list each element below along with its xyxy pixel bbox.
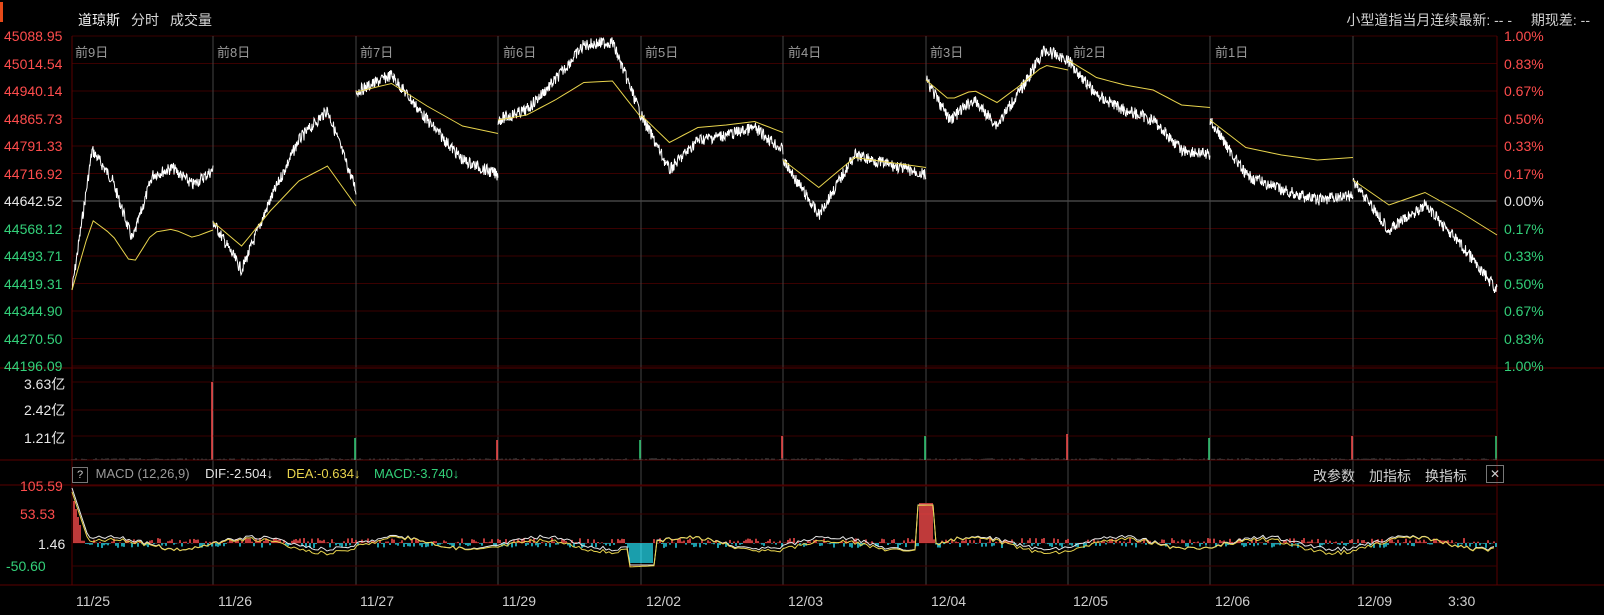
time-axis-label: 11/25 <box>76 593 110 609</box>
time-axis-label: 12/04 <box>931 593 967 609</box>
average-line <box>212 165 357 247</box>
day-label: 前3日 <box>930 45 964 60</box>
price-axis-label: 44344.90 <box>4 303 63 319</box>
time-axis-label: 12/06 <box>1215 593 1251 609</box>
day-label: 前8日 <box>217 45 251 60</box>
percent-axis-label: 0.33% <box>1504 138 1544 154</box>
macd-axis-label: -50.60 <box>6 558 46 574</box>
percent-axis-label: 1.00% <box>1504 28 1544 44</box>
price-line <box>640 111 784 175</box>
price-axis-label: 44493.71 <box>4 248 63 264</box>
percent-axis-label: 0.50% <box>1504 275 1544 292</box>
price-axis-label: 44791.33 <box>4 138 63 154</box>
time-axis-label: 11/26 <box>218 593 252 609</box>
macd-axis-label: 1.46 <box>38 536 66 552</box>
price-axis-label: 44716.92 <box>4 165 63 182</box>
close-icon[interactable]: ✕ <box>1486 465 1504 483</box>
time-axis-label: 3:30 <box>1448 593 1476 609</box>
percent-axis-label: 0.00% <box>1504 193 1544 209</box>
volume-axis-label: 3.63亿 <box>24 376 66 392</box>
macd-header: ? MACD (12,26,9) DIF:-2.504↓ DEA:-0.634↓… <box>72 466 1504 486</box>
edit-params-button[interactable]: 改参数 <box>1313 466 1355 486</box>
time-axis-label: 12/05 <box>1073 593 1109 609</box>
percent-axis-label: 0.17% <box>1504 165 1544 182</box>
day-label: 前5日 <box>645 45 679 60</box>
price-line <box>1209 117 1354 206</box>
time-axis-label: 12/03 <box>788 593 824 609</box>
price-axis-label: 44419.31 <box>4 275 63 292</box>
percent-axis-label: 0.83% <box>1504 330 1544 347</box>
swap-indicator-button[interactable]: 换指标 <box>1425 466 1467 486</box>
price-line <box>212 106 357 277</box>
add-indicator-button[interactable]: 加指标 <box>1369 466 1411 486</box>
percent-axis-label: 0.50% <box>1504 110 1544 127</box>
price-axis-label: 44270.50 <box>4 330 63 347</box>
price-axis-label: 44642.52 <box>4 193 63 209</box>
percent-axis-label: 0.17% <box>1504 220 1544 237</box>
macd-axis-label: 105.59 <box>20 478 63 494</box>
price-axis-label: 44196.09 <box>4 358 63 374</box>
percent-axis-label: 0.67% <box>1504 303 1544 319</box>
day-label: 前1日 <box>1215 45 1249 60</box>
average-line <box>925 64 1069 104</box>
average-line <box>71 219 214 291</box>
help-button[interactable]: ? <box>72 467 88 483</box>
intraday-chart[interactable] <box>0 0 1604 615</box>
average-line <box>1209 119 1354 161</box>
price-axis-label: 44865.73 <box>4 110 63 127</box>
volume-axis-label: 2.42亿 <box>24 402 66 418</box>
price-line <box>1067 55 1211 160</box>
volume-axis-label: 1.21亿 <box>24 430 66 446</box>
average-line <box>1067 59 1211 108</box>
percent-axis-label: 0.83% <box>1504 55 1544 72</box>
percent-axis-label: 1.00% <box>1504 358 1544 374</box>
macd-title: MACD (12,26,9) <box>95 466 190 481</box>
percent-axis-label: 0.33% <box>1504 248 1544 264</box>
time-axis-label: 12/09 <box>1357 593 1393 609</box>
price-line <box>782 147 927 220</box>
percent-axis-label: 0.67% <box>1504 83 1544 99</box>
price-axis-label: 45014.54 <box>4 55 63 72</box>
time-axis-label: 11/29 <box>502 593 536 609</box>
day-label: 前6日 <box>503 45 537 60</box>
average-line <box>782 156 927 189</box>
macd-axis-label: 53.53 <box>20 506 56 522</box>
time-axis-label: 12/02 <box>646 593 682 609</box>
price-axis-label: 44940.14 <box>4 83 63 99</box>
macd-value: MACD:-3.740↓ <box>374 466 460 481</box>
day-label: 前2日 <box>1073 45 1107 60</box>
day-label: 前9日 <box>75 45 109 60</box>
dif-value: DIF:-2.504↓ <box>205 466 274 481</box>
price-line <box>71 146 214 290</box>
time-axis-label: 11/27 <box>360 593 394 609</box>
day-label: 前7日 <box>360 45 394 60</box>
dea-value: DEA:-0.634↓ <box>286 466 361 481</box>
price-axis-label: 45088.95 <box>4 28 63 44</box>
price-axis-label: 44568.12 <box>4 220 63 237</box>
day-label: 前4日 <box>788 45 822 60</box>
